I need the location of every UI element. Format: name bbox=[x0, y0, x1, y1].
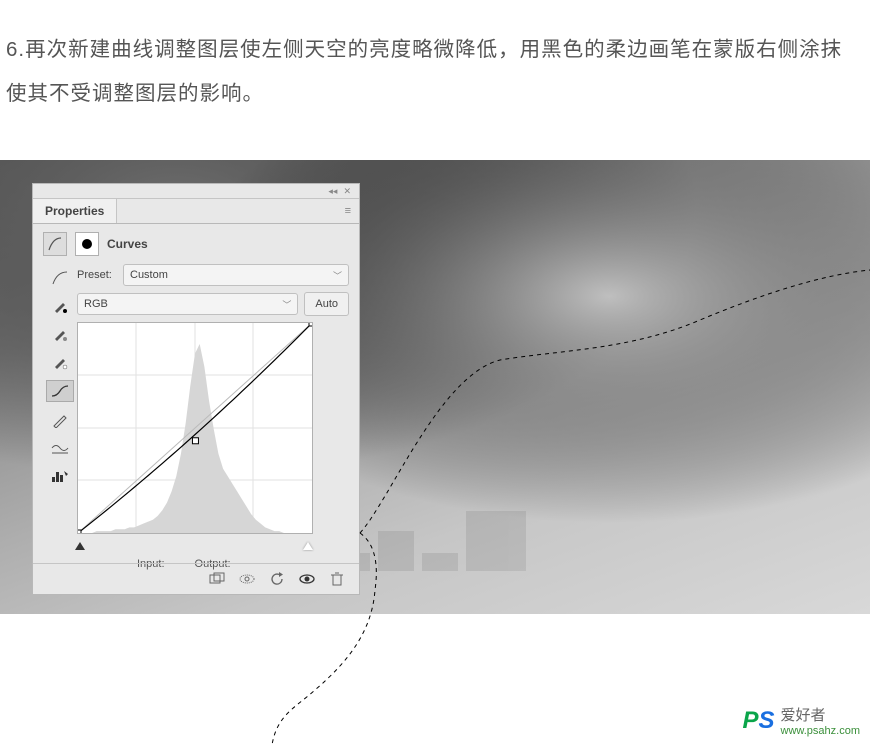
smooth-icon[interactable] bbox=[47, 438, 73, 458]
chevron-down-icon: ﹀ bbox=[333, 269, 342, 282]
collapse-icon[interactable]: ◂◂ bbox=[328, 186, 337, 197]
pencil-curve-icon[interactable] bbox=[47, 410, 73, 430]
eyedropper-black-icon[interactable] bbox=[47, 296, 73, 316]
auto-button[interactable]: Auto bbox=[304, 292, 349, 316]
curve-line bbox=[78, 323, 312, 533]
preset-label: Preset: bbox=[77, 269, 117, 281]
point-curve-icon[interactable] bbox=[46, 380, 74, 402]
properties-panel: ◂◂ ✕ Properties ≡ Curves bbox=[32, 183, 360, 595]
layer-mask-icon[interactable] bbox=[75, 232, 99, 256]
curve-preset-icon[interactable] bbox=[47, 268, 73, 288]
credit-cn: 爱好者 bbox=[781, 704, 860, 725]
reset-icon[interactable] bbox=[269, 571, 285, 587]
black-point-handle[interactable] bbox=[75, 542, 85, 550]
view-previous-icon[interactable] bbox=[239, 571, 255, 587]
adjustment-type-icon[interactable] bbox=[43, 232, 67, 256]
tab-properties[interactable]: Properties bbox=[33, 199, 117, 223]
visibility-icon[interactable] bbox=[299, 571, 315, 587]
chevron-down-icon: ﹀ bbox=[282, 298, 291, 311]
channel-value: RGB bbox=[84, 298, 108, 310]
preset-value: Custom bbox=[130, 269, 168, 281]
histogram-icon[interactable] bbox=[47, 466, 73, 486]
trash-icon[interactable] bbox=[329, 571, 345, 587]
logo-s: S bbox=[759, 707, 775, 734]
preset-select[interactable]: Custom ﹀ bbox=[123, 264, 349, 286]
panel-menu-icon[interactable]: ≡ bbox=[337, 199, 359, 223]
channel-select[interactable]: RGB ﹀ bbox=[77, 293, 298, 315]
eyedropper-white-icon[interactable] bbox=[47, 352, 73, 372]
clip-icon[interactable] bbox=[209, 571, 225, 587]
adjustment-name: Curves bbox=[107, 237, 148, 251]
curves-graph[interactable] bbox=[77, 322, 313, 534]
white-point-handle[interactable] bbox=[303, 542, 313, 550]
black-white-slider[interactable] bbox=[77, 536, 311, 550]
step-instruction: 6.再次新建曲线调整图层使左侧天空的亮度略微降低，用黑色的柔边画笔在蒙版右侧涂抹… bbox=[6, 28, 850, 116]
site-credit: PS 爱好者 www.psahz.com bbox=[742, 704, 860, 737]
logo-p: P bbox=[742, 707, 758, 734]
close-icon[interactable]: ✕ bbox=[343, 186, 351, 197]
credit-url: www.psahz.com bbox=[781, 725, 860, 737]
eyedropper-gray-icon[interactable] bbox=[47, 324, 73, 344]
